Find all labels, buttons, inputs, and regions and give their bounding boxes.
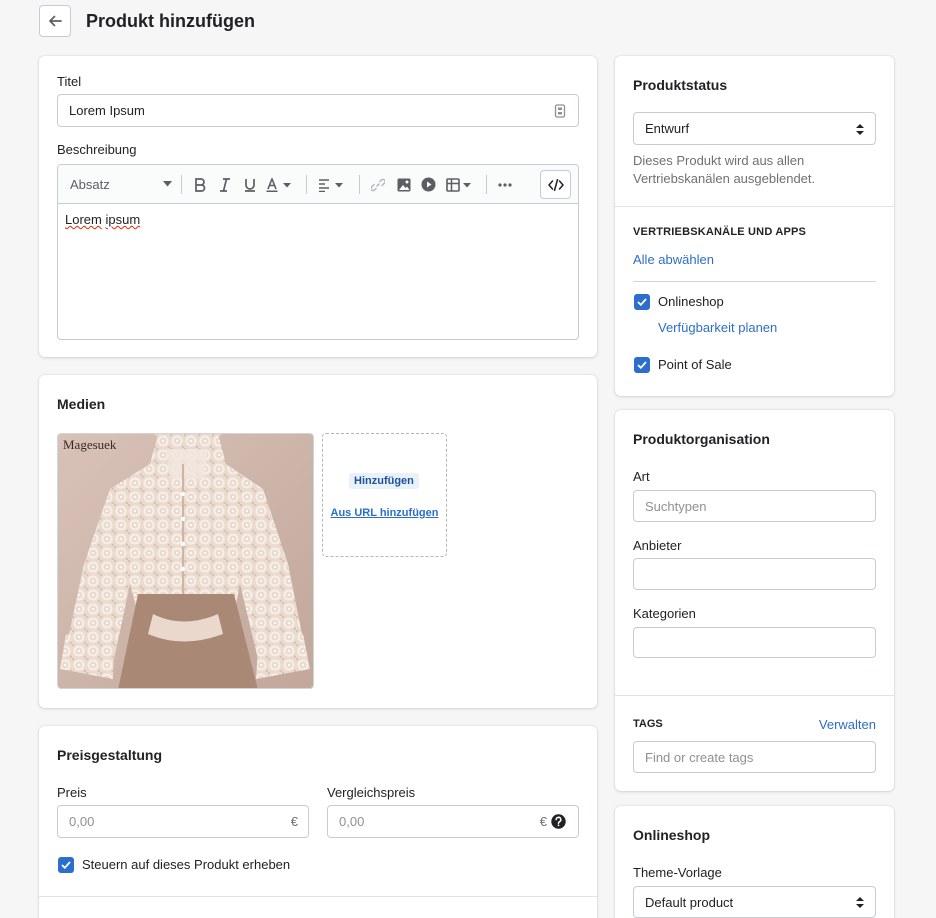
format-select[interactable]: Absatz: [64, 165, 172, 204]
more-button[interactable]: [495, 165, 515, 204]
compare-price-input[interactable]: 0,00 €: [327, 805, 579, 838]
price-label: Preis: [57, 785, 87, 800]
vendor-input[interactable]: [633, 558, 876, 590]
html-source-button[interactable]: [540, 170, 571, 199]
theme-template-select[interactable]: Default product: [633, 886, 876, 918]
tags-placeholder: Find or create tags: [645, 749, 754, 765]
price-input[interactable]: 0,00 €: [57, 805, 309, 838]
pricing-card: Preisgestaltung Preis 0,00 € Vergleichsp…: [39, 726, 597, 918]
text-color-icon: [266, 177, 291, 192]
add-media-button[interactable]: Hinzufügen: [349, 473, 419, 489]
media-title: Medien: [57, 396, 106, 412]
description-word: Lorem: [65, 212, 102, 227]
title-input[interactable]: Lorem Ipsum: [57, 94, 579, 127]
table-button[interactable]: [444, 165, 478, 204]
vendor-label: Anbieter: [633, 538, 682, 553]
description-word: ipsum: [105, 212, 141, 227]
checkmark-icon: [637, 298, 647, 306]
onlineshop-label: Onlineshop: [658, 294, 724, 309]
title-label: Titel: [57, 74, 82, 89]
bold-icon: [195, 177, 206, 192]
italic-icon: [220, 177, 230, 192]
charge-tax-label: Steuern auf dieses Produkt erheben: [82, 857, 291, 872]
sales-channels-heading: VERTRIEBSKANÄLE UND APPS: [633, 226, 807, 238]
theme-template-label: Theme-Vorlage: [633, 865, 722, 880]
bold-button[interactable]: [190, 165, 210, 204]
image-icon: [397, 178, 411, 191]
link-button[interactable]: [368, 165, 388, 204]
arrow-left-icon: [49, 15, 62, 27]
collections-input[interactable]: [633, 627, 876, 658]
onlineshop-card: Onlineshop Theme-Vorlage Default product: [615, 806, 894, 918]
align-left-icon: [319, 178, 343, 192]
currency-symbol: €: [539, 814, 547, 829]
caret-down-icon: [163, 181, 172, 187]
pos-checkbox[interactable]: [634, 357, 650, 373]
autofill-icon: [554, 104, 566, 118]
product-image[interactable]: Magesuek: [57, 433, 314, 689]
manage-tags-link[interactable]: Verwalten: [819, 717, 876, 732]
page-title: Produkt hinzufügen: [86, 10, 255, 31]
schedule-availability-link[interactable]: Verfügbarkeit planen: [658, 320, 777, 335]
video-button[interactable]: [418, 165, 438, 204]
select-arrows-icon: [856, 124, 864, 135]
tags-input[interactable]: Find or create tags: [633, 741, 876, 773]
status-help-text: Dieses Produkt wird aus allen Vertriebsk…: [633, 153, 816, 186]
status-select-value: Entwurf: [645, 121, 690, 136]
select-arrows-icon: [856, 897, 864, 908]
image-button[interactable]: [394, 165, 414, 204]
media-dropzone[interactable]: Hinzufügen Aus URL hinzufügen: [322, 433, 447, 557]
compare-price-value: 0,00: [339, 814, 365, 829]
description-label: Beschreibung: [57, 142, 137, 157]
deselect-all-link[interactable]: Alle abwählen: [633, 252, 714, 267]
editor-toolbar: Absatz: [58, 165, 578, 204]
onlineshop-checkbox[interactable]: [634, 294, 650, 310]
help-icon[interactable]: [551, 814, 566, 829]
align-button[interactable]: [316, 165, 350, 204]
text-color-button[interactable]: [264, 165, 298, 204]
back-button[interactable]: [39, 5, 71, 37]
checkmark-icon: [637, 361, 647, 369]
code-icon: [547, 178, 564, 191]
type-label: Art: [633, 469, 650, 484]
description-editor: Absatz Lorem ipsum: [57, 164, 579, 340]
product-photo-blouse: [58, 434, 313, 688]
product-status-title: Produktstatus: [633, 77, 728, 93]
theme-template-value: Default product: [645, 894, 734, 910]
status-select[interactable]: Entwurf: [633, 112, 876, 145]
product-status-card: Produktstatus Entwurf Dieses Produkt wir…: [615, 56, 894, 396]
product-organization-card: Produktorganisation Art Suchtypen Anbiet…: [615, 410, 894, 791]
media-card: Medien Magesuek Hinzufügen Aus URL hinzu…: [39, 375, 597, 708]
type-placeholder: Suchtypen: [645, 498, 707, 514]
more-horizontal-icon: [498, 182, 512, 187]
underline-icon: [245, 178, 255, 192]
checkmark-icon: [61, 861, 71, 869]
compare-price-label: Vergleichspreis: [327, 785, 416, 800]
type-input[interactable]: Suchtypen: [633, 490, 876, 522]
image-watermark: Magesuek: [63, 437, 117, 452]
charge-tax-checkbox[interactable]: [58, 857, 74, 873]
pos-label: Point of Sale: [658, 357, 732, 372]
play-circle-icon: [421, 177, 435, 192]
title-value: Lorem Ipsum: [69, 103, 145, 118]
price-value: 0,00: [69, 814, 95, 829]
italic-button[interactable]: [215, 165, 235, 204]
tags-heading: TAGS: [633, 718, 663, 730]
organization-title: Produktorganisation: [633, 431, 770, 447]
general-card: Titel Lorem Ipsum Beschreibung Absatz Lo…: [39, 56, 597, 357]
editor-content[interactable]: Lorem ipsum: [65, 212, 140, 227]
currency-symbol: €: [290, 814, 298, 829]
onlineshop-title: Onlineshop: [633, 827, 710, 843]
link-icon: [371, 178, 385, 191]
add-from-url-link[interactable]: Aus URL hinzufügen: [323, 507, 446, 519]
pricing-title: Preisgestaltung: [57, 747, 163, 763]
page-header: Produkt hinzufügen: [39, 5, 255, 37]
format-select-label: Absatz: [70, 177, 110, 192]
collections-label: Kategorien: [633, 606, 696, 621]
underline-button[interactable]: [240, 165, 260, 204]
table-icon: [446, 177, 471, 192]
